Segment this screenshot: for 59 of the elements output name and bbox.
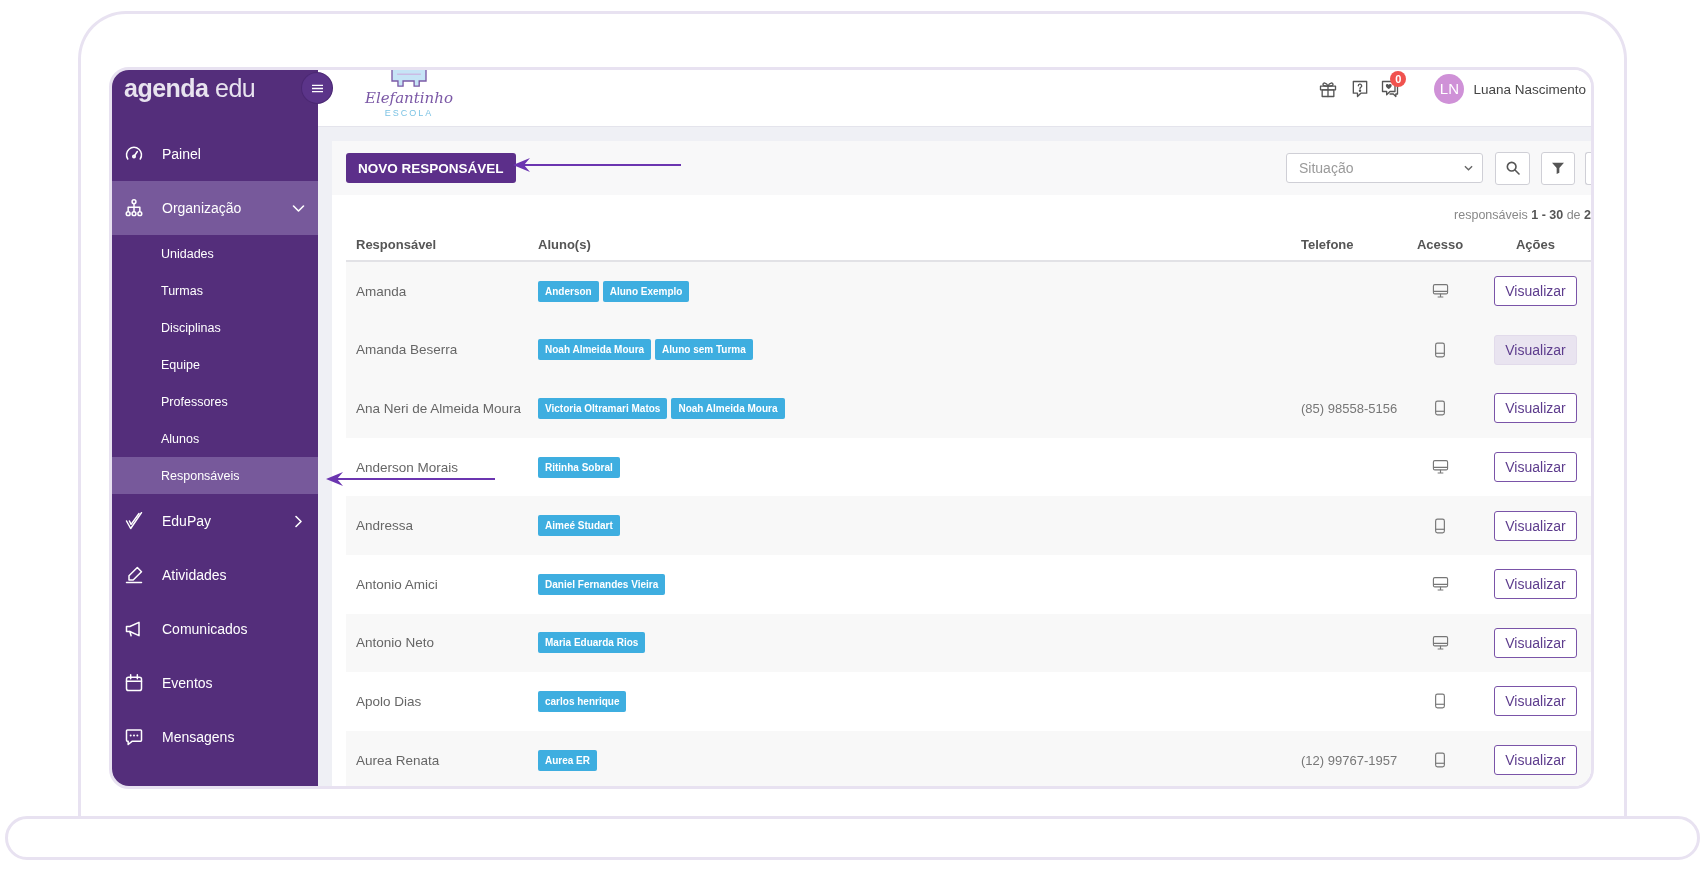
column-header: Acesso (1416, 237, 1464, 252)
guardian-name: Antonio Amici (355, 576, 439, 592)
column-header: Aluno(s) (537, 237, 592, 252)
guardian-name: Ana Neri de Almeida Moura (355, 401, 523, 416)
sidebar-item[interactable]: Painel (112, 127, 318, 181)
sidebar-item[interactable]: Eventos (112, 656, 318, 710)
menu-icon (311, 83, 323, 93)
view-button[interactable]: Visualizar (1494, 686, 1577, 717)
app-logo: agenda edu (124, 73, 256, 103)
chat-icon (124, 727, 144, 747)
view-button[interactable]: Visualizar (1494, 334, 1577, 365)
school-name: Elefantinho (365, 88, 453, 108)
menu-button[interactable] (302, 73, 332, 103)
notification-badge: 0 (1390, 71, 1407, 87)
results-count: responsáveis 1 - 30 de 2 (1453, 207, 1591, 224)
org-chart-icon (124, 198, 144, 218)
filter-icon (1550, 160, 1566, 176)
new-guardian-button[interactable]: NOVO RESPONSÁVEL (346, 153, 516, 183)
sidebar-item[interactable]: EduPay (112, 494, 318, 548)
view-button[interactable]: Visualizar (1494, 745, 1577, 776)
view-button[interactable]: Visualizar (1494, 510, 1577, 541)
guardian-name: Aurea Renata (355, 752, 441, 768)
guardian-name: Antonio Neto (355, 635, 436, 651)
view-button[interactable]: Visualizar (1494, 276, 1577, 307)
search-button[interactable] (1495, 151, 1530, 185)
phone-number: (12) 99767-1957 (1300, 752, 1399, 768)
phone-number: (85) 98558-5156 (1300, 401, 1399, 416)
check-icon (124, 511, 144, 531)
sidebar-subitem[interactable]: Alunos (112, 420, 318, 457)
sidebar-subitem[interactable]: Unidades (112, 235, 318, 272)
guardian-name: Andressa (355, 518, 415, 534)
chevron-down-icon (1464, 165, 1473, 171)
view-button[interactable]: Visualizar (1494, 627, 1577, 658)
view-button[interactable]: Visualizar (1494, 569, 1577, 600)
column-header: Telefone (1300, 237, 1355, 252)
pencil-icon (124, 565, 144, 585)
school-tagline: ESCOLA (384, 108, 434, 118)
sidebar-subitem[interactable]: Equipe (112, 346, 318, 383)
user-name[interactable]: Luana Nascimento (1473, 81, 1586, 97)
sidebar-item[interactable]: Organização (112, 181, 318, 235)
sidebar-subitem[interactable]: Professores (112, 383, 318, 420)
search-icon (1504, 160, 1521, 176)
sidebar-item[interactable]: Mensagens (112, 710, 318, 764)
calendar-icon (124, 673, 144, 693)
sidebar-item[interactable]: Comunicados (112, 602, 318, 656)
view-button[interactable]: Visualizar (1494, 452, 1577, 483)
sidebar-subitem[interactable]: Disciplinas (112, 309, 318, 346)
guardian-name: Amanda (355, 283, 408, 299)
guardian-name: Anderson Morais (355, 459, 460, 475)
sidebar-subitem[interactable]: Responsáveis (112, 457, 318, 494)
guardian-name: Amanda Beserra (355, 342, 459, 358)
sidebar-item[interactable]: Atividades (112, 548, 318, 602)
view-button[interactable]: Visualizar (1494, 393, 1577, 424)
filter-button[interactable] (1541, 151, 1575, 185)
sidebar-subitem[interactable]: Turmas (112, 272, 318, 309)
column-header: Ações (1516, 237, 1555, 252)
gift-icon[interactable] (1318, 79, 1339, 99)
column-header: Responsável (355, 237, 438, 252)
guardian-name: Apolo Dias (355, 693, 423, 709)
